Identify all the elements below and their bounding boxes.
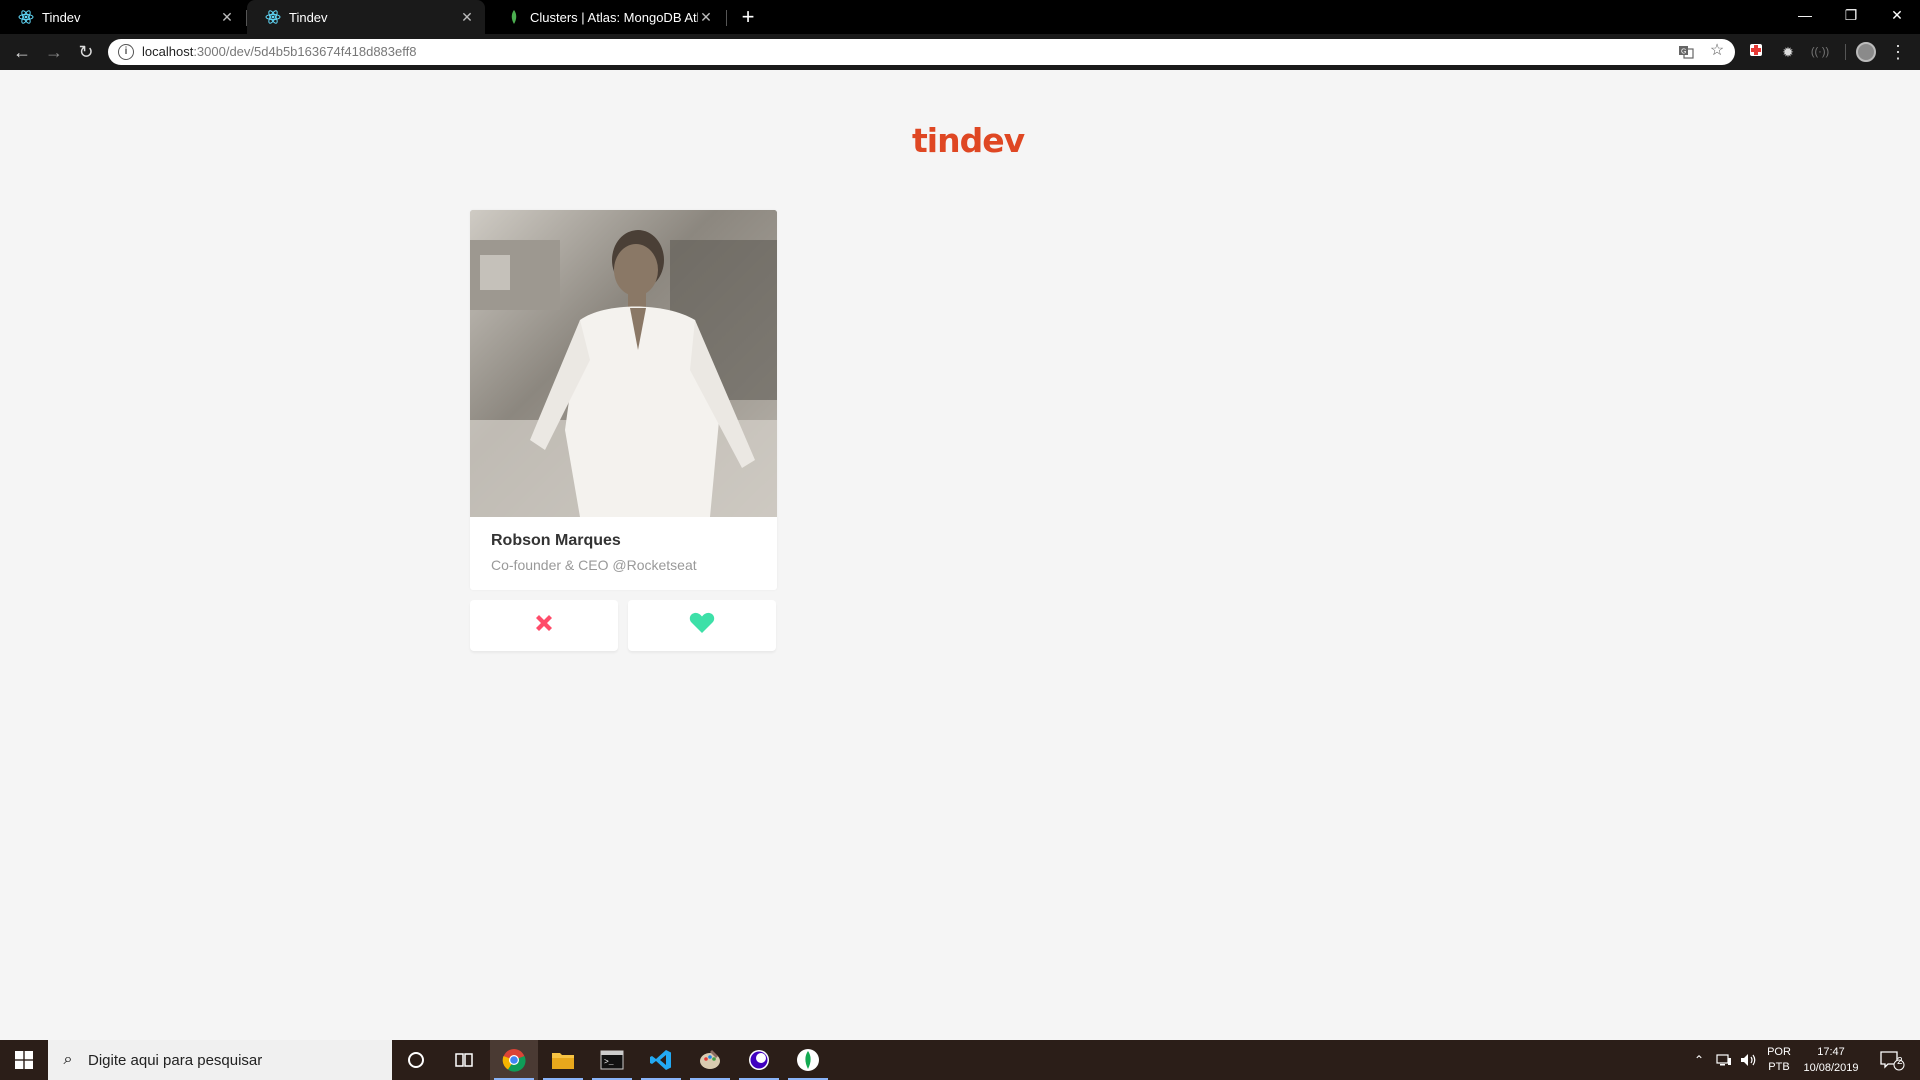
search-icon: ⌕ xyxy=(63,1051,73,1068)
forward-button[interactable]: → xyxy=(40,38,68,66)
language-indicator[interactable]: POR PTB xyxy=(1762,1040,1796,1080)
dislike-button[interactable] xyxy=(470,600,618,651)
file-explorer-icon[interactable] xyxy=(539,1040,587,1080)
windows-taskbar: ⌕ Digite aqui para pesquisar >_ ⌃ POR PT… xyxy=(0,1040,1920,1080)
notification-count-badge: 2 xyxy=(1897,1056,1903,1067)
minimize-button[interactable]: — xyxy=(1782,0,1828,30)
dev-avatar xyxy=(470,210,777,517)
close-icon[interactable]: ✕ xyxy=(459,9,475,25)
heart-icon xyxy=(689,612,715,639)
cortana-icon[interactable] xyxy=(392,1040,440,1080)
chevron-up-icon[interactable]: ⌃ xyxy=(1688,1040,1710,1080)
browser-tab-mongodb-atlas[interactable]: Clusters | Atlas: MongoDB Atlas ✕ xyxy=(488,0,724,34)
mongodb-leaf-icon xyxy=(506,9,522,25)
extension-plus-icon[interactable] xyxy=(1746,42,1766,62)
dev-name: Robson Marques xyxy=(491,532,621,549)
bookmark-star-icon[interactable]: ☆ xyxy=(1708,42,1726,60)
tab-title: Clusters | Atlas: MongoDB Atlas xyxy=(530,9,698,25)
react-icon xyxy=(265,9,281,25)
paint-icon[interactable] xyxy=(686,1040,734,1080)
search-placeholder: Digite aqui para pesquisar xyxy=(88,1051,263,1069)
svg-text:G: G xyxy=(1681,49,1686,56)
volume-icon[interactable] xyxy=(1736,1040,1762,1080)
language-primary: POR xyxy=(1767,1046,1791,1058)
translate-icon[interactable]: G xyxy=(1678,44,1694,60)
windows-start-button[interactable] xyxy=(0,1040,48,1080)
profile-avatar[interactable] xyxy=(1856,42,1876,62)
reload-button[interactable]: ↻ xyxy=(72,38,100,66)
toolbar-divider xyxy=(1845,44,1846,60)
close-icon[interactable]: ✕ xyxy=(698,9,714,25)
clock-date: 10/08/2019 xyxy=(1803,1062,1859,1074)
action-center-button[interactable]: 2 xyxy=(1872,1040,1912,1080)
dislike-icon xyxy=(533,612,555,639)
close-icon[interactable]: ✕ xyxy=(219,9,235,25)
network-icon[interactable] xyxy=(1712,1040,1736,1080)
url-text[interactable]: localhost:3000/dev/5d4b5b163674f418d883e… xyxy=(142,44,416,59)
svg-text:>_: >_ xyxy=(604,1058,614,1067)
terminal-icon[interactable]: >_ xyxy=(588,1040,636,1080)
dev-card: Robson Marques Co-founder & CEO @Rockets… xyxy=(470,210,777,590)
clock-time: 17:47 xyxy=(1817,1046,1845,1058)
dev-bio: Co-founder & CEO @Rocketseat xyxy=(491,557,697,573)
tab-separator xyxy=(726,10,727,26)
url-host: localhost xyxy=(142,44,194,59)
like-button[interactable] xyxy=(628,600,776,651)
browser-tab-tindev-2[interactable]: Tindev ✕ xyxy=(247,0,485,34)
tab-title: Tindev xyxy=(42,9,81,25)
vscode-icon[interactable] xyxy=(637,1040,685,1080)
browser-toolbar: ← → ↻ i localhost:3000/dev/5d4b5b163674f… xyxy=(0,34,1920,70)
taskbar-search-input[interactable]: ⌕ Digite aqui para pesquisar xyxy=(48,1040,392,1080)
new-tab-button[interactable]: + xyxy=(736,4,760,30)
browser-menu-icon[interactable]: ⋮ xyxy=(1888,38,1908,66)
mongodb-compass-icon[interactable] xyxy=(784,1040,832,1080)
react-icon xyxy=(18,9,34,25)
back-button[interactable]: ← xyxy=(8,38,36,66)
extension-icon[interactable]: ((·)) xyxy=(1810,42,1830,62)
insomnia-icon[interactable] xyxy=(735,1040,783,1080)
browser-titlebar: Tindev ✕ Tindev ✕ Clusters | Atlas: Mong… xyxy=(0,0,1920,34)
task-view-icon[interactable] xyxy=(440,1040,488,1080)
gear-icon[interactable]: ✹ xyxy=(1778,42,1798,62)
browser-tab-tindev-1[interactable]: Tindev ✕ xyxy=(0,0,245,34)
url-path: :3000/dev/5d4b5b163674f418d883eff8 xyxy=(193,44,417,59)
restore-button[interactable]: ❐ xyxy=(1828,0,1874,30)
tab-title: Tindev xyxy=(289,9,328,25)
chrome-taskbar-icon[interactable] xyxy=(490,1040,538,1080)
info-icon[interactable]: i xyxy=(118,44,134,60)
system-clock[interactable]: 17:47 10/08/2019 xyxy=(1798,1040,1864,1080)
close-window-button[interactable]: ✕ xyxy=(1874,0,1920,30)
address-bar[interactable]: i localhost:3000/dev/5d4b5b163674f418d88… xyxy=(108,39,1735,65)
tindev-logo[interactable]: tindev xyxy=(912,120,1025,162)
page-content: tindev Robson Marques Co-founder & CEO @… xyxy=(0,70,1920,1040)
windows-logo-icon xyxy=(15,1051,33,1069)
language-secondary: PTB xyxy=(1768,1061,1790,1073)
